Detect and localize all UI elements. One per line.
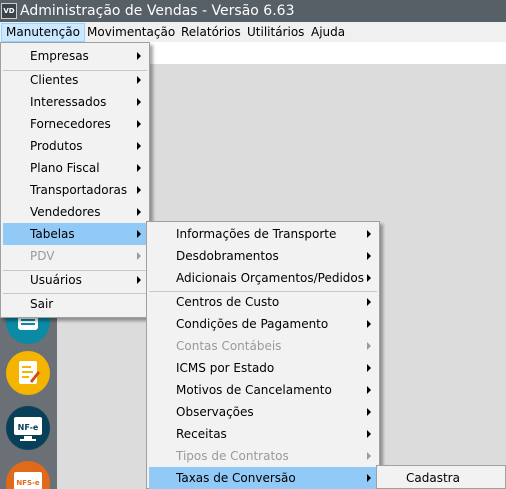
menu-item-label: Taxas de Conversão — [176, 471, 296, 485]
menu-item-interessados[interactable]: Interessados — [3, 91, 147, 113]
submenu-arrow-icon — [137, 98, 141, 106]
menu-item-label: Sair — [30, 297, 54, 311]
menu-item-label: Motivos de Cancelamento — [176, 383, 332, 397]
submenu-arrow-icon — [367, 364, 371, 372]
menu-item-label: Produtos — [30, 139, 83, 153]
menu-item-informacoes-de-transporte[interactable]: Informações de Transporte — [149, 223, 377, 245]
submenu-arrow-icon — [137, 208, 141, 216]
menu-item-label: Clientes — [30, 73, 79, 87]
menu-item-label: Plano Fiscal — [30, 161, 100, 175]
checklist-button[interactable] — [6, 351, 50, 395]
menu-item-label: Tipos de Contratos — [176, 449, 289, 463]
submenu-arrow-icon — [367, 274, 371, 282]
menu-item-label: Centros de Custo — [176, 295, 280, 309]
submenu-arrow-icon — [367, 298, 371, 306]
menu-item-label: Adicionais Orçamentos/Pedidos — [176, 271, 365, 285]
menu-item-sair[interactable]: Sair — [3, 293, 147, 315]
menu-item-plano-fiscal[interactable]: Plano Fiscal — [3, 157, 147, 179]
submenu-arrow-icon — [367, 474, 371, 482]
menu-item-label: Observações — [176, 405, 254, 419]
menu-item-clientes[interactable]: Clientes — [3, 69, 147, 91]
menu-item-transportadoras[interactable]: Transportadoras — [3, 179, 147, 201]
menu-item-label: Interessados — [30, 95, 107, 109]
menu-item-condicoes-de-pagamento[interactable]: Condições de Pagamento — [149, 313, 377, 335]
nfe-button[interactable]: NF-e — [6, 406, 50, 450]
submenu-arrow-icon — [137, 142, 141, 150]
menu-item-label: Usuários — [30, 273, 82, 287]
menu-item-label: Cadastra — [406, 471, 460, 485]
nfe-icon: NF-e — [14, 417, 42, 441]
menu-item-label: Transportadoras — [30, 183, 128, 197]
submenu-arrow-icon — [367, 320, 371, 328]
menu-movimentacao[interactable]: Movimentação — [82, 23, 180, 42]
menu-item-label: Condições de Pagamento — [176, 317, 329, 331]
menu-item-label: Informações de Transporte — [176, 227, 337, 241]
menu-item-label: Desdobramentos — [176, 249, 279, 263]
submenu-arrow-icon — [137, 52, 141, 60]
title-bar: VD Administração de Vendas - Versão 6.63 — [0, 0, 506, 22]
nfe-label: NF-e — [18, 423, 39, 432]
menu-item-label: Contas Contábeis — [176, 339, 282, 353]
menu-item-centros-de-custo[interactable]: Centros de Custo — [149, 291, 377, 313]
menu-item-pdv: PDV — [3, 245, 147, 267]
menu-item-observacoes[interactable]: Observações — [149, 401, 377, 423]
submenu-arrow-icon — [137, 186, 141, 194]
submenu-arrow-icon — [367, 452, 371, 460]
submenu-arrow-icon — [367, 386, 371, 394]
tabelas-submenu: Informações de Transporte Desdobramentos… — [146, 221, 380, 489]
menu-utilitarios[interactable]: Utilitários — [242, 23, 309, 42]
submenu-arrow-icon — [367, 408, 371, 416]
menu-item-receitas[interactable]: Receitas — [149, 423, 377, 445]
menu-item-label: PDV — [30, 249, 55, 263]
submenu-arrow-icon — [367, 342, 371, 350]
menu-item-label: ICMS por Estado — [176, 361, 275, 375]
menu-item-label: Vendedores — [30, 205, 101, 219]
menu-item-label: Tabelas — [30, 227, 75, 241]
menu-ajuda[interactable]: Ajuda — [306, 23, 350, 42]
menu-item-usuarios[interactable]: Usuários — [3, 269, 147, 291]
window-title: Administração de Vendas - Versão 6.63 — [20, 3, 295, 19]
menu-item-fornecedores[interactable]: Fornecedores — [3, 113, 147, 135]
menu-item-cadastra[interactable]: Cadastra — [379, 467, 503, 489]
submenu-arrow-icon — [367, 252, 371, 260]
menu-item-desdobramentos[interactable]: Desdobramentos — [149, 245, 377, 267]
submenu-arrow-icon — [137, 164, 141, 172]
menu-item-label: Receitas — [176, 427, 227, 441]
menu-item-icms-por-estado[interactable]: ICMS por Estado — [149, 357, 377, 379]
menu-item-produtos[interactable]: Produtos — [3, 135, 147, 157]
menu-item-contas-contabeis: Contas Contábeis — [149, 335, 377, 357]
manutencao-dropdown: Empresas Clientes Interessados Fornecedo… — [0, 42, 150, 318]
nfse-icon: NFS-e — [14, 472, 42, 489]
nfse-label: NFS-e — [16, 479, 40, 487]
app-icon: VD — [1, 3, 17, 19]
submenu-arrow-icon — [137, 252, 141, 260]
submenu-arrow-icon — [367, 230, 371, 238]
menu-item-tipos-de-contratos: Tipos de Contratos — [149, 445, 377, 467]
menu-item-label: Fornecedores — [30, 117, 111, 131]
submenu-arrow-icon — [137, 76, 141, 84]
menu-relatorios[interactable]: Relatórios — [176, 23, 246, 42]
menu-manutencao[interactable]: Manutenção — [1, 23, 85, 42]
submenu-arrow-icon — [137, 120, 141, 128]
checklist-icon — [19, 361, 40, 384]
menu-item-tabelas[interactable]: Tabelas — [3, 223, 147, 245]
submenu-arrow-icon — [367, 430, 371, 438]
taxas-submenu: Cadastra — [376, 465, 506, 489]
menu-item-empresas[interactable]: Empresas — [3, 45, 147, 67]
menu-item-label: Empresas — [30, 49, 89, 63]
submenu-arrow-icon — [137, 276, 141, 284]
menu-bar: Manutenção Movimentação Relatórios Utili… — [0, 22, 506, 42]
menu-item-adicionais-orcamentos-pedidos[interactable]: Adicionais Orçamentos/Pedidos — [149, 267, 377, 289]
menu-item-vendedores[interactable]: Vendedores — [3, 201, 147, 223]
nfse-button[interactable]: NFS-e — [6, 461, 50, 489]
menu-item-taxas-de-conversao[interactable]: Taxas de Conversão — [149, 467, 377, 489]
submenu-arrow-icon — [137, 230, 141, 238]
menu-item-motivos-de-cancelamento[interactable]: Motivos de Cancelamento — [149, 379, 377, 401]
